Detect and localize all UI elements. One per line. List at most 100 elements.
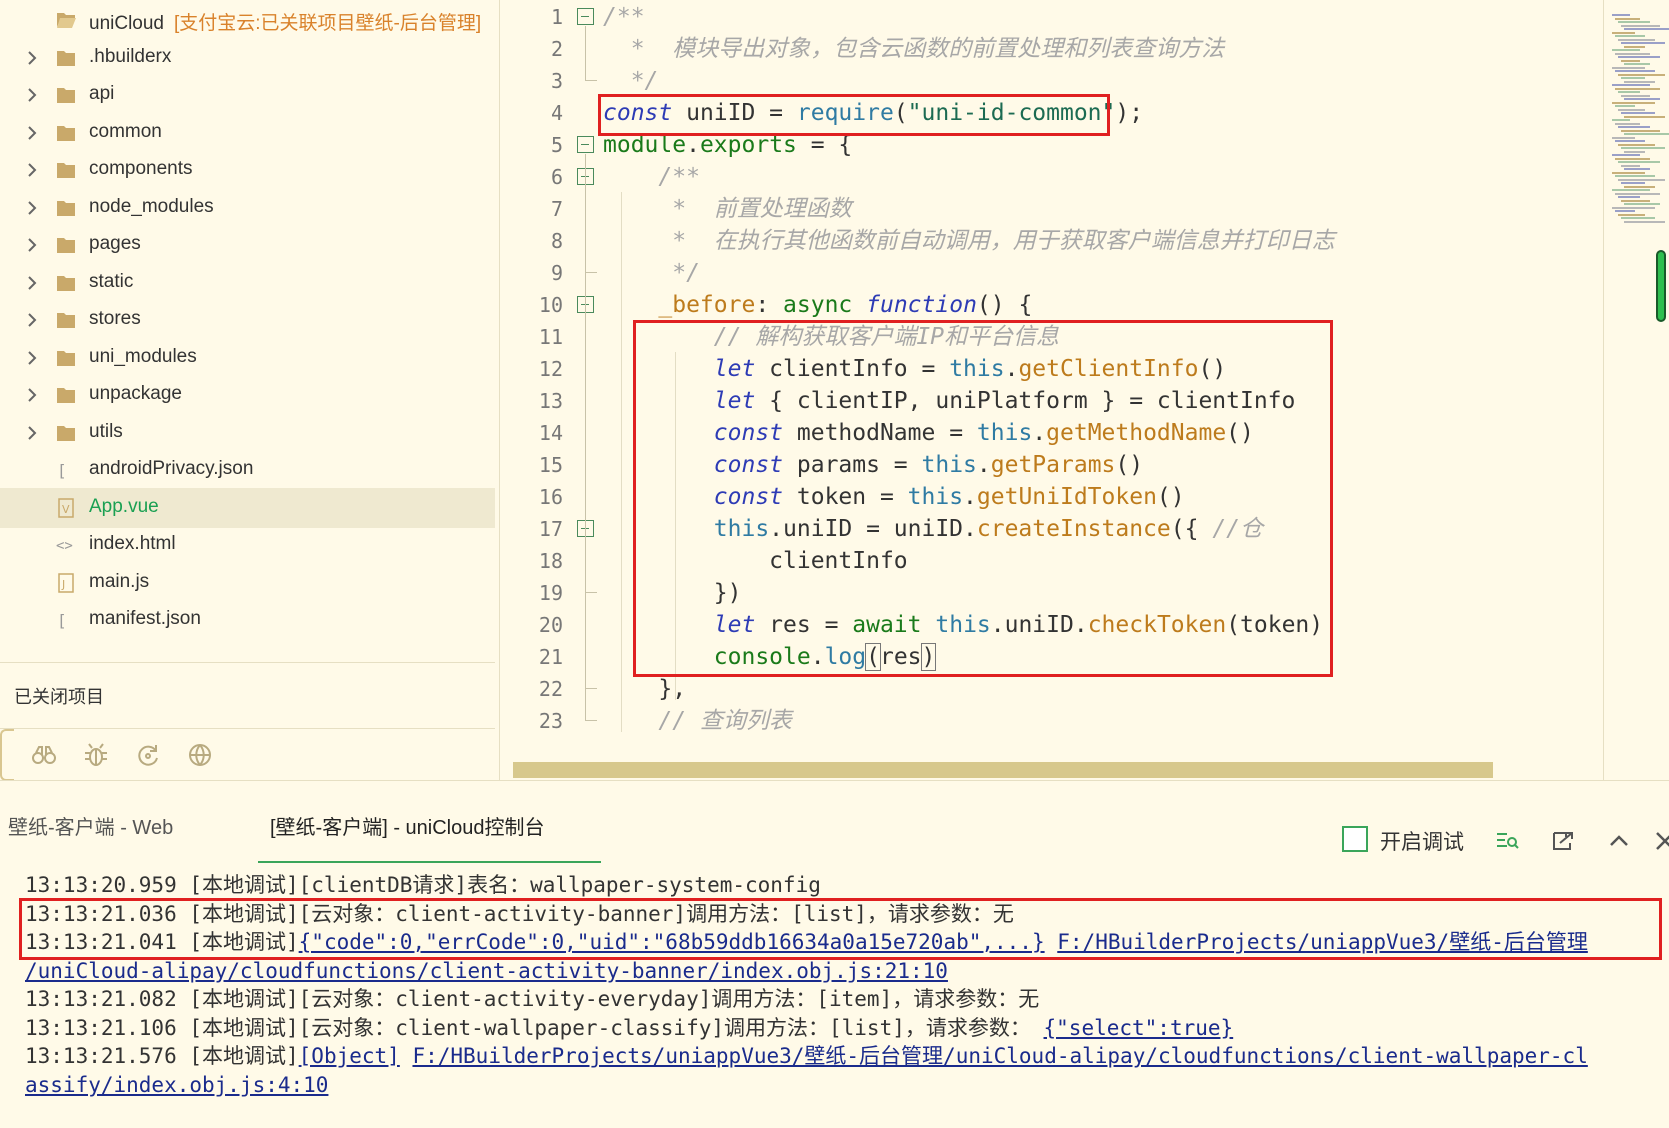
log-link[interactable]: {"select":true}	[1044, 1016, 1234, 1040]
chevron-right-icon[interactable]	[22, 310, 42, 330]
binoculars-icon[interactable]	[30, 741, 58, 769]
fold-toggle[interactable]	[577, 8, 594, 25]
chevron-right-icon[interactable]	[22, 385, 42, 405]
line-number: 9	[550, 261, 563, 285]
export-icon[interactable]	[1550, 828, 1576, 854]
horizontal-scrollbar[interactable]	[513, 762, 1493, 778]
line-number: 1	[550, 5, 563, 29]
fold-range-end	[585, 720, 597, 721]
chevron-right-icon[interactable]	[22, 235, 42, 255]
code-line[interactable]: */	[603, 256, 700, 290]
chevron-right-icon[interactable]	[22, 198, 42, 218]
tree-item[interactable]: V App.vue	[0, 487, 495, 528]
filter-list-icon[interactable]	[1494, 828, 1520, 854]
code-line[interactable]: * 模块导出对象，包含云函数的前置处理和列表查询方法	[603, 32, 1225, 66]
tree-item[interactable]: static	[0, 263, 495, 303]
tree-item[interactable]: stores	[0, 300, 495, 340]
tree-item[interactable]: node_modules	[0, 188, 495, 228]
tree-item[interactable]: pages	[0, 225, 495, 265]
chevron-right-icon[interactable]	[22, 160, 42, 180]
code-line[interactable]: /**	[603, 160, 700, 194]
minimap-line	[1621, 129, 1660, 132]
tree-item[interactable]: Jmain.js	[0, 563, 495, 603]
log-line: 13:13:21.106 [本地调试][云对象：client-wallpaper…	[25, 1013, 1233, 1043]
line-number: 17	[538, 517, 563, 541]
tab-web[interactable]: 壁纸-客户端 - Web	[8, 811, 173, 840]
code-line[interactable]: * 在执行其他函数前自动调用，用于获取客户端信息并打印日志	[603, 224, 1335, 258]
log-link[interactable]: /uniCloud-alipay/cloudfunctions/client-a…	[25, 959, 948, 983]
code-line[interactable]: },	[603, 672, 686, 706]
folder-icon	[57, 200, 75, 216]
closed-projects-header[interactable]: 已关闭项目	[0, 662, 495, 728]
log-line: 13:13:20.959 [本地调试][clientDB请求]表名：wallpa…	[25, 870, 821, 900]
tree-item[interactable]: [ ] manifest.json	[0, 600, 495, 640]
fold-range-end	[585, 592, 597, 593]
tree-item[interactable]: uni_modules	[0, 338, 495, 378]
minimap[interactable]	[1603, 0, 1669, 780]
code-line[interactable]: */	[603, 64, 659, 98]
line-number: 8	[550, 229, 563, 253]
tree-item[interactable]: <> index.html	[0, 525, 495, 565]
minimap-line	[1612, 206, 1655, 209]
line-number: 20	[538, 613, 563, 637]
chevron-up-icon[interactable]	[1606, 828, 1632, 854]
svg-text:J: J	[61, 578, 65, 591]
chevron-right-icon[interactable]	[22, 48, 42, 68]
chevron-right-icon[interactable]	[22, 123, 42, 143]
minimap-line	[1624, 98, 1660, 100]
code-token: );	[1115, 100, 1144, 126]
log-line: /uniCloud-alipay/cloudfunctions/client-a…	[25, 956, 948, 986]
log-link[interactable]: F:/HBuilderProjects/uniappVue3/壁纸-后台管理/u…	[412, 1044, 1587, 1068]
chevron-right-icon[interactable]	[22, 273, 42, 293]
minimap-line	[1624, 150, 1645, 153]
svg-text:[ ]: [ ]	[57, 461, 77, 480]
line-number: 19	[538, 581, 563, 605]
refresh-icon[interactable]	[134, 741, 162, 769]
tree-item[interactable]: unpackage	[0, 375, 495, 415]
tree-item[interactable]: utils	[0, 413, 495, 453]
close-icon[interactable]	[1652, 828, 1669, 854]
tree-item[interactable]: components	[0, 150, 495, 190]
folder-icon	[57, 125, 75, 141]
code-line[interactable]: // 查询列表	[603, 704, 792, 738]
file-tree: uniCloud [支付宝云:已关联项目壁纸-后台管理] .hbuilderx ap…	[0, 0, 495, 662]
fold-toggle[interactable]	[577, 136, 594, 153]
chevron-right-icon[interactable]	[22, 423, 42, 443]
minimap-line	[1618, 161, 1660, 163]
line-number: 12	[538, 357, 563, 381]
line-number: 11	[538, 325, 563, 349]
log-link[interactable]: assify/index.obj.js:4:10	[25, 1073, 328, 1097]
console-output[interactable]: 13:13:20.959 [本地调试][clientDB请求]表名：wallpa…	[0, 864, 1669, 1128]
code-line[interactable]: /**	[603, 0, 645, 34]
log-link[interactable]: [Object]	[299, 1044, 400, 1068]
code-token: :	[755, 292, 784, 318]
tree-item[interactable]: common	[0, 113, 495, 153]
code-editor[interactable]: 1 2 3 4 5 6 7 8 9 10 11 12 13 14 15 16 17 18 19 20 21 22 23/**…	[513, 0, 1603, 780]
tab-unicloud-console[interactable]: [壁纸-客户端] - uniCloud控制台	[270, 811, 545, 840]
globe-icon[interactable]	[186, 741, 214, 769]
line-number: 22	[538, 677, 563, 701]
tree-item[interactable]: [ ] androidPrivacy.json	[0, 450, 495, 490]
toolbar-edge	[0, 729, 14, 781]
vertical-scrollbar-thumb[interactable]	[1656, 250, 1666, 322]
tree-item[interactable]: .hbuilderx	[0, 38, 495, 78]
chevron-right-icon[interactable]	[22, 348, 42, 368]
tree-item[interactable]: api	[0, 75, 495, 115]
minimap-line	[1615, 70, 1655, 72]
bug-icon[interactable]	[82, 741, 110, 769]
minimap-line	[1621, 94, 1650, 97]
fold-range-line	[585, 26, 586, 80]
minimap-line	[1615, 210, 1635, 212]
minimap-line	[1615, 35, 1645, 37]
code-line[interactable]: * 前置处理函数	[603, 192, 852, 226]
minimap-line	[1612, 49, 1640, 51]
code-token: async	[783, 292, 853, 318]
tree-item-project-root[interactable]: uniCloud [支付宝云:已关联项目壁纸-后台管理]	[0, 0, 495, 40]
debug-checkbox[interactable]	[1342, 826, 1368, 852]
minimap-line	[1624, 220, 1665, 223]
minimap-line	[1612, 189, 1650, 191]
html-file-icon: <>	[56, 538, 73, 554]
code-line[interactable]: _before: async function() {	[603, 288, 1032, 322]
chevron-right-icon[interactable]	[22, 85, 42, 105]
line-number: 18	[538, 549, 563, 573]
